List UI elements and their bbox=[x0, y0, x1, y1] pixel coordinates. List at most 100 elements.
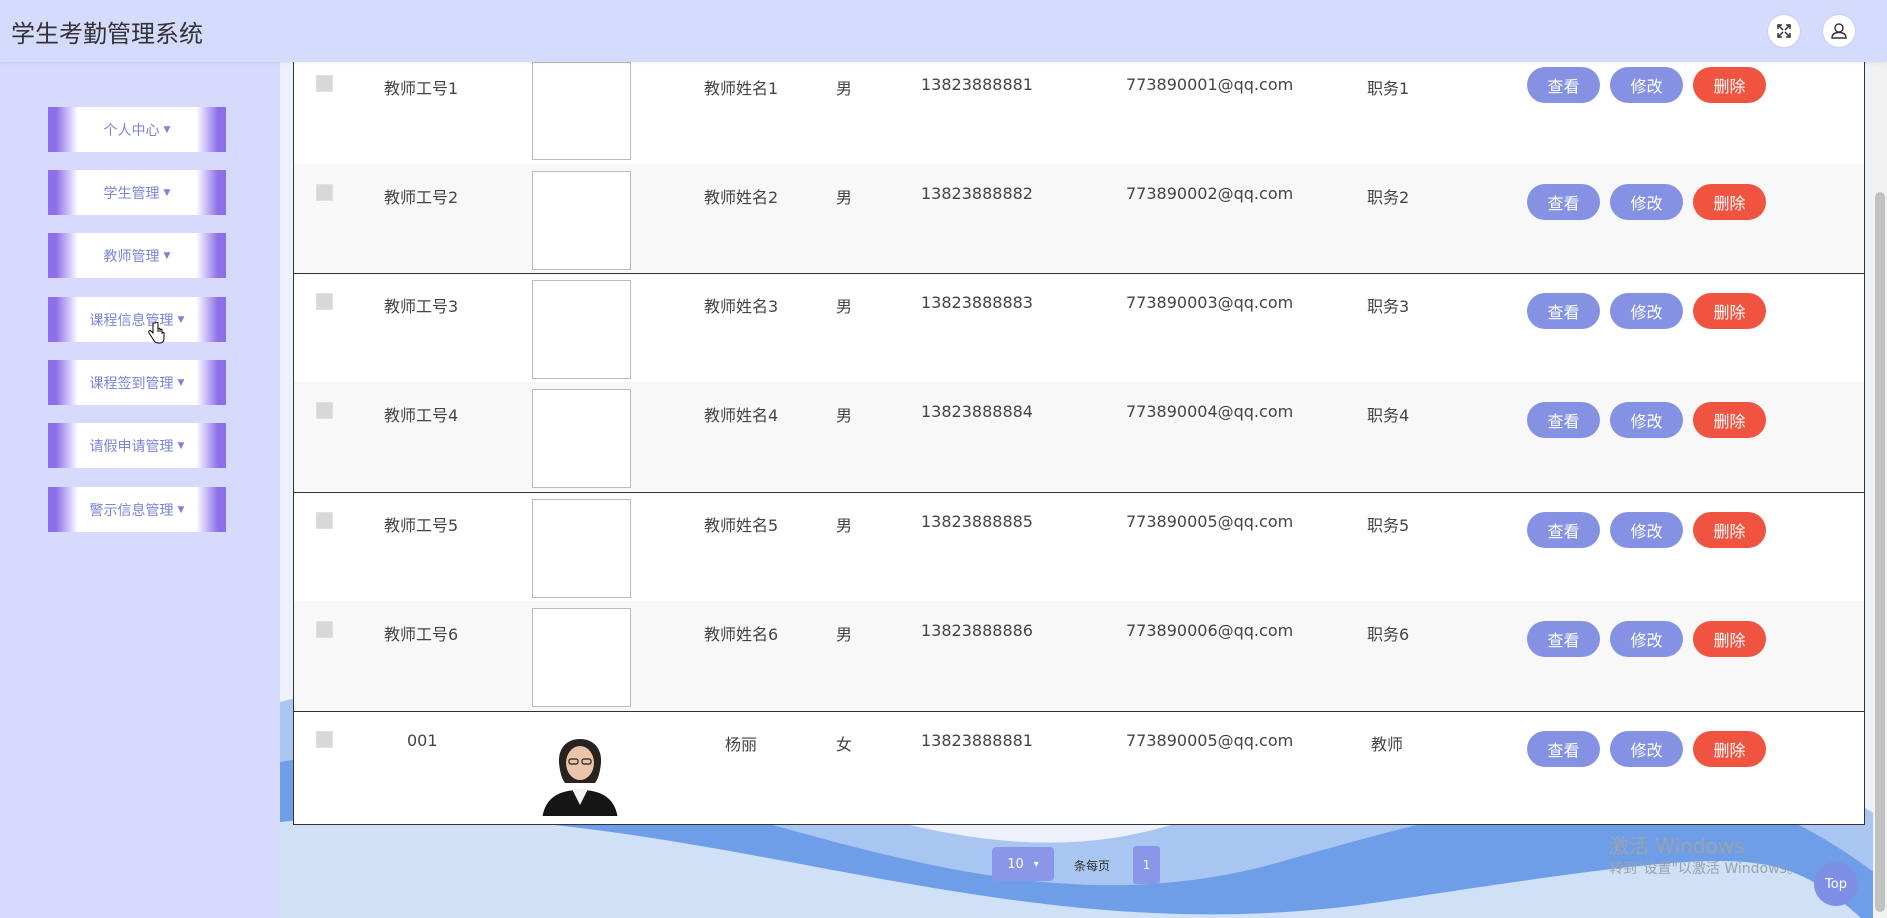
row-checkbox[interactable] bbox=[316, 184, 333, 201]
edit-button[interactable]: 修改 bbox=[1610, 402, 1683, 438]
teacher-email: 773890005@qq.com bbox=[1126, 512, 1294, 531]
sidebar-item-personal-center[interactable]: 个人中心 ▼ bbox=[48, 107, 226, 152]
scrollbar-thumb[interactable] bbox=[1875, 192, 1885, 912]
sidebar-item-teacher-management[interactable]: 教师管理 ▼ bbox=[48, 233, 226, 278]
edit-button[interactable]: 修改 bbox=[1610, 184, 1683, 220]
page-button-1[interactable]: 1 bbox=[1133, 846, 1160, 884]
teacher-name: 教师姓名2 bbox=[704, 188, 779, 207]
caret-down-icon: ▼ bbox=[177, 377, 185, 388]
teacher-name: 教师姓名3 bbox=[704, 297, 779, 316]
broken-image-icon bbox=[532, 608, 631, 707]
teacher-name: 杨丽 bbox=[725, 735, 758, 754]
sidebar-item-warning-info[interactable]: 警示信息管理 ▼ bbox=[48, 487, 226, 532]
teacher-id: 教师工号3 bbox=[384, 297, 459, 316]
row-checkbox[interactable] bbox=[316, 75, 333, 92]
scrollbar[interactable] bbox=[1873, 62, 1887, 918]
delete-button[interactable]: 删除 bbox=[1693, 621, 1766, 657]
teacher-title: 职务3 bbox=[1367, 297, 1410, 316]
delete-button[interactable]: 删除 bbox=[1693, 402, 1766, 438]
teacher-title: 职务6 bbox=[1367, 625, 1410, 644]
broken-image-icon bbox=[532, 62, 631, 160]
broken-image-icon bbox=[532, 389, 631, 488]
hand-cursor-icon bbox=[148, 322, 165, 344]
sidebar-item-leave-request[interactable]: 请假申请管理 ▼ bbox=[48, 423, 226, 468]
table-row: 教师工号2 教师姓名2 男 13823888882 773890002@qq.c… bbox=[294, 164, 1864, 274]
edit-button[interactable]: 修改 bbox=[1610, 731, 1683, 767]
teacher-name: 教师姓名6 bbox=[704, 625, 779, 644]
sidebar: 个人中心 ▼ 学生管理 ▼ 教师管理 ▼ 课程信息管理 ▼ 课程签到管理 ▼ 请假申请管理… bbox=[0, 62, 280, 918]
view-button[interactable]: 查看 bbox=[1527, 293, 1600, 329]
edit-button[interactable]: 修改 bbox=[1610, 293, 1683, 329]
view-button[interactable]: 查看 bbox=[1527, 67, 1600, 103]
teacher-id: 教师工号4 bbox=[384, 406, 459, 425]
broken-image-icon bbox=[532, 171, 631, 270]
sidebar-item-label: 个人中心 bbox=[103, 122, 160, 139]
user-icon bbox=[1831, 23, 1847, 39]
view-button[interactable]: 查看 bbox=[1527, 184, 1600, 220]
sidebar-item-label: 警示信息管理 bbox=[89, 502, 174, 519]
sidebar-item-label: 教师管理 bbox=[103, 248, 160, 265]
teacher-id: 教师工号2 bbox=[384, 188, 459, 207]
caret-down-icon: ▼ bbox=[163, 124, 171, 135]
row-checkbox[interactable] bbox=[316, 731, 333, 748]
row-checkbox[interactable] bbox=[316, 512, 333, 529]
expand-icon bbox=[1777, 24, 1791, 38]
top-header: 学生考勤管理系统 bbox=[0, 0, 1887, 62]
fullscreen-button[interactable] bbox=[1768, 15, 1800, 47]
caret-down-icon: ▼ bbox=[177, 440, 185, 451]
teacher-gender: 男 bbox=[836, 297, 853, 316]
view-button[interactable]: 查看 bbox=[1527, 731, 1600, 767]
teacher-gender: 男 bbox=[836, 79, 853, 98]
sidebar-item-student-management[interactable]: 学生管理 ▼ bbox=[48, 170, 226, 215]
teacher-email: 773890006@qq.com bbox=[1126, 621, 1294, 640]
delete-button[interactable]: 删除 bbox=[1693, 184, 1766, 220]
back-to-top-button[interactable]: Top bbox=[1814, 862, 1858, 906]
teacher-gender: 女 bbox=[836, 735, 853, 754]
row-checkbox[interactable] bbox=[316, 293, 333, 310]
view-button[interactable]: 查看 bbox=[1527, 621, 1600, 657]
teacher-id: 教师工号5 bbox=[384, 516, 459, 535]
delete-button[interactable]: 删除 bbox=[1693, 293, 1766, 329]
user-button[interactable] bbox=[1823, 15, 1855, 47]
table-row: 教师工号6 教师姓名6 男 13823888886 773890006@qq.c… bbox=[294, 601, 1864, 712]
windows-watermark-title: 激活 Windows bbox=[1609, 834, 1745, 858]
view-button[interactable]: 查看 bbox=[1527, 402, 1600, 438]
teacher-name: 教师姓名4 bbox=[704, 406, 779, 425]
teacher-email: 773890004@qq.com bbox=[1126, 402, 1294, 421]
teacher-gender: 男 bbox=[836, 516, 853, 535]
windows-watermark-subtitle: 转到"设置"以激活 Windows。 bbox=[1609, 861, 1801, 877]
sidebar-item-course-signin[interactable]: 课程签到管理 ▼ bbox=[48, 360, 226, 405]
delete-button[interactable]: 删除 bbox=[1693, 67, 1766, 103]
table-row: 教师工号1 教师姓名1 男 13823888881 773890001@qq.c… bbox=[294, 62, 1864, 165]
view-button[interactable]: 查看 bbox=[1527, 512, 1600, 548]
row-checkbox[interactable] bbox=[316, 402, 333, 419]
teacher-phone: 13823888881 bbox=[921, 731, 1033, 750]
delete-button[interactable]: 删除 bbox=[1693, 731, 1766, 767]
teacher-email: 773890001@qq.com bbox=[1126, 75, 1294, 94]
row-checkbox[interactable] bbox=[316, 621, 333, 638]
teacher-title: 教师 bbox=[1371, 735, 1404, 754]
sidebar-item-label: 学生管理 bbox=[103, 185, 160, 202]
teacher-phone: 13823888884 bbox=[921, 402, 1033, 421]
teacher-name: 教师姓名1 bbox=[704, 79, 779, 98]
page-size-value: 10 bbox=[1007, 856, 1024, 872]
teacher-id: 001 bbox=[407, 731, 438, 750]
edit-button[interactable]: 修改 bbox=[1610, 512, 1683, 548]
teacher-phone: 13823888886 bbox=[921, 621, 1033, 640]
delete-button[interactable]: 删除 bbox=[1693, 512, 1766, 548]
sidebar-item-label: 课程签到管理 bbox=[89, 375, 174, 392]
edit-button[interactable]: 修改 bbox=[1610, 621, 1683, 657]
teacher-phone: 13823888883 bbox=[921, 293, 1033, 312]
app-title: 学生考勤管理系统 bbox=[11, 20, 203, 48]
teacher-name: 教师姓名5 bbox=[704, 516, 779, 535]
teacher-gender: 男 bbox=[836, 625, 853, 644]
teacher-title: 职务1 bbox=[1367, 79, 1410, 98]
edit-button[interactable]: 修改 bbox=[1610, 67, 1683, 103]
sidebar-item-course-info[interactable]: 课程信息管理 ▼ bbox=[48, 297, 226, 342]
teacher-email: 773890002@qq.com bbox=[1126, 184, 1294, 203]
teacher-phone: 13823888882 bbox=[921, 184, 1033, 203]
caret-down-icon: ▼ bbox=[163, 250, 171, 261]
table-row: 教师工号3 教师姓名3 男 13823888883 773890003@qq.c… bbox=[294, 273, 1864, 383]
per-page-label: 条每页 bbox=[1074, 859, 1111, 873]
page-size-select[interactable]: 10 ▾ bbox=[992, 847, 1054, 881]
